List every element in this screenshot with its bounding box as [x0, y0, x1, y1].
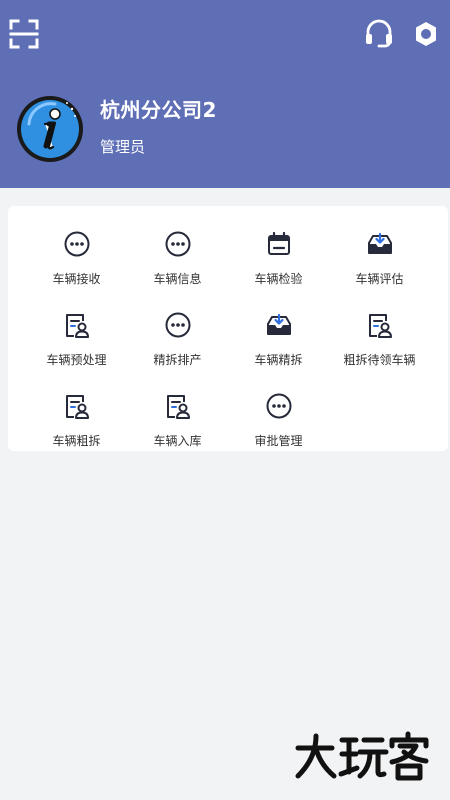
- more-dots-icon: [64, 231, 89, 257]
- menu-item-rough-dismantle-pending[interactable]: 粗拆待领车辆: [329, 297, 430, 377]
- menu-item-label: 车辆信息: [153, 272, 202, 286]
- user-role: 管理员: [100, 138, 146, 156]
- menu-item-vehicle-assessment[interactable]: 车辆评估: [329, 216, 430, 296]
- menu-item-label: 车辆检验: [254, 272, 303, 286]
- menu-item-label: 车辆精拆: [254, 353, 303, 367]
- menu-item-label: 车辆接收: [52, 272, 101, 286]
- menu-item-vehicle-warehousing[interactable]: 车辆入库: [127, 378, 228, 458]
- header: 杭州分公司2 管理员: [0, 0, 450, 188]
- user-document-icon: [65, 314, 89, 338]
- headset-icon[interactable]: [364, 18, 394, 50]
- inbox-download-icon: [367, 232, 392, 254]
- menu-item-vehicle-fine-dismantle[interactable]: 车辆精拆: [228, 297, 329, 377]
- menu-item-vehicle-inspection[interactable]: 车辆检验: [228, 216, 329, 296]
- menu-item-label: 精拆排产: [153, 353, 202, 367]
- menu-item-vehicle-pretreatment[interactable]: 车辆预处理: [26, 297, 127, 377]
- scan-icon[interactable]: [8, 18, 40, 50]
- menu-item-label: 审批管理: [254, 434, 303, 448]
- user-document-icon: [65, 395, 89, 419]
- function-menu: 车辆接收 车辆信息 车辆检验 车辆评估 车辆预处理 精拆排产 车辆精拆 粗拆待领…: [8, 206, 448, 451]
- menu-item-approval-management[interactable]: 审批管理: [228, 378, 329, 458]
- menu-item-vehicle-rough-dismantle[interactable]: 车辆粗拆: [26, 378, 127, 458]
- inbox-download-icon: [266, 313, 291, 335]
- user-document-icon: [368, 314, 392, 338]
- menu-item-label: 车辆入库: [153, 434, 202, 448]
- more-dots-icon: [266, 393, 291, 419]
- menu-item-vehicle-info[interactable]: 车辆信息: [127, 216, 228, 296]
- menu-item-label: 车辆评估: [355, 272, 404, 286]
- user-document-icon: [166, 395, 190, 419]
- gear-icon[interactable]: [410, 17, 442, 51]
- menu-item-vehicle-receive[interactable]: 车辆接收: [26, 216, 127, 296]
- more-dots-icon: [165, 231, 190, 257]
- menu-item-label: 粗拆待领车辆: [343, 353, 416, 367]
- menu-item-label: 车辆预处理: [46, 353, 107, 367]
- more-dots-icon: [165, 312, 190, 338]
- avatar[interactable]: [15, 94, 85, 164]
- menu-item-fine-dismantle-schedule[interactable]: 精拆排产: [127, 297, 228, 377]
- watermark-logo: [295, 731, 429, 781]
- menu-item-label: 车辆粗拆: [52, 434, 101, 448]
- calendar-icon: [267, 231, 290, 255]
- company-name: 杭州分公司2: [100, 98, 217, 122]
